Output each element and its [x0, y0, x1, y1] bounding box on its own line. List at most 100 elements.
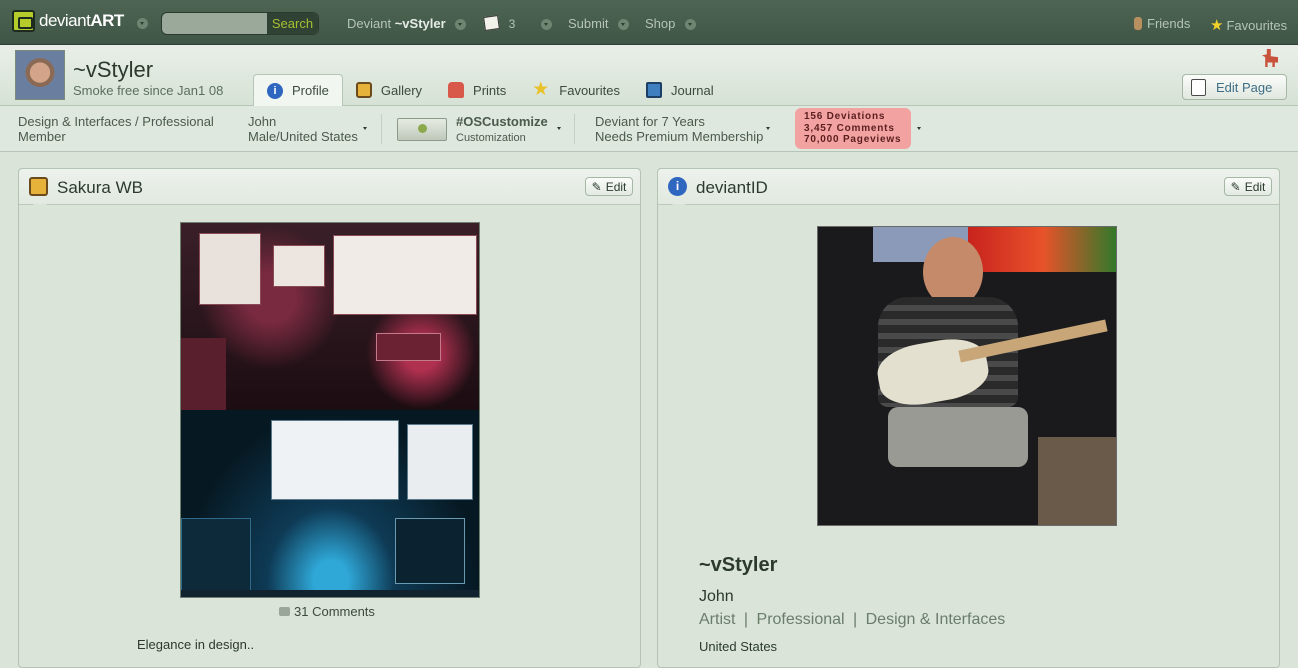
category-line: Member — [18, 129, 66, 144]
pencil-icon: ✎ — [591, 179, 602, 194]
start-menu-mock — [181, 518, 251, 592]
role-artist: Artist — [699, 611, 736, 628]
role-design-interfaces: Design & Interfaces — [865, 611, 1006, 628]
deviantid-real-name: John — [699, 588, 734, 605]
logo-text-bold: ART — [90, 11, 124, 30]
person-shorts-shape — [888, 407, 1028, 467]
messages-menu[interactable]: 3 — [483, 15, 552, 31]
pageviews-count: 70,000 Pageviews — [804, 134, 902, 145]
role-separator: | — [853, 611, 858, 628]
chevron-down-icon — [455, 19, 467, 31]
panel-header: i deviantID ✎ Edit — [658, 169, 1279, 205]
chair-shape — [1038, 437, 1116, 525]
logo-text: deviant — [39, 11, 91, 30]
group-logo-icon[interactable] — [397, 118, 447, 141]
member-category: Design & Interfaces / Professional Membe… — [18, 114, 214, 144]
chevron-down-icon[interactable] — [360, 123, 371, 134]
deviantid-country: United States — [699, 639, 778, 654]
group-info[interactable]: #OSCustomize Customization — [456, 114, 548, 146]
panel-notch — [672, 204, 686, 212]
group-subtitle: Customization — [456, 132, 526, 144]
role-separator: | — [743, 611, 749, 628]
membership-status: Needs Premium Membership — [595, 129, 764, 144]
window-mock — [273, 245, 325, 287]
profile-header: ~vStyler Smoke free since Jan1 08 i Prof… — [0, 45, 1298, 106]
tab-label: Gallery — [380, 82, 423, 98]
panel-title: deviantID — [696, 178, 768, 197]
window-mock — [407, 424, 473, 500]
logo-menu-dropdown-icon[interactable] — [137, 18, 148, 29]
start-menu-mock — [181, 338, 226, 410]
submit-label: Submit — [568, 16, 609, 31]
messages-count: 3 — [508, 17, 516, 31]
deviation-thumbnail[interactable] — [180, 222, 480, 598]
tab-prints[interactable]: Prints — [435, 74, 519, 106]
llama-badge-icon[interactable] — [1262, 49, 1278, 67]
top-navigation-bar: deviant ART Search Deviant ~vStyler 3 Sub… — [0, 0, 1298, 45]
divider — [381, 114, 382, 144]
window-mock — [199, 233, 261, 305]
chevron-down-icon[interactable] — [914, 123, 925, 134]
comment-bubble-icon — [279, 607, 290, 616]
favourites-label: Favourites — [1226, 18, 1288, 33]
deviant-menu[interactable]: Deviant ~vStyler — [347, 16, 467, 31]
sakura-screenshot-top — [181, 223, 479, 410]
tab-profile[interactable]: i Profile — [253, 74, 343, 106]
deviantid-photo[interactable] — [817, 226, 1117, 526]
window-mock — [395, 518, 465, 584]
deviations-count: 156 Deviations — [804, 111, 886, 122]
chevron-down-icon[interactable] — [554, 123, 565, 134]
submit-menu[interactable]: Submit — [568, 16, 630, 31]
info-icon: i — [267, 82, 283, 99]
journal-icon — [645, 82, 662, 98]
edit-button[interactable]: ✎ Edit — [585, 177, 633, 196]
messages-icon — [483, 15, 500, 31]
edit-label: Edit — [605, 179, 627, 194]
favourites-link[interactable]: ★ Favourites — [1210, 16, 1287, 34]
deviantart-logo[interactable]: deviant ART — [12, 10, 124, 32]
stats-badge[interactable]: 156 Deviations 3,457 Comments 70,000 Pag… — [795, 108, 911, 149]
profile-tagline: Smoke free since Jan1 08 — [73, 83, 224, 98]
chevron-down-icon — [618, 19, 630, 31]
category-line: Design & Interfaces / Professional — [18, 114, 214, 129]
deviant-label: Deviant — [347, 16, 392, 31]
deviantid-roles: Artist | Professional | Design & Interfa… — [699, 611, 1005, 629]
tab-favourites[interactable]: ★ Favourites — [519, 74, 633, 106]
page-icon — [1191, 78, 1206, 96]
deviantid-username: ~vStyler — [699, 554, 778, 576]
search-input[interactable] — [162, 13, 269, 34]
search-button[interactable]: Search — [267, 13, 318, 34]
star-icon: ★ — [1210, 17, 1224, 34]
role-professional: Professional — [756, 611, 845, 628]
profile-username[interactable]: ~vStyler — [73, 57, 153, 83]
friends-link[interactable]: Friends — [1134, 16, 1190, 31]
membership-info[interactable]: Deviant for 7 Years Needs Premium Member… — [595, 114, 763, 144]
edit-page-label: Edit Page — [1216, 79, 1273, 95]
deviantart-logo-icon — [12, 10, 35, 32]
panel-header: Sakura WB ✎ Edit — [19, 169, 640, 205]
tab-journal[interactable]: Journal — [633, 74, 727, 106]
shop-menu[interactable]: Shop — [645, 16, 696, 31]
friends-icon — [1134, 17, 1142, 30]
window-mock — [271, 420, 399, 500]
window-mock — [333, 235, 477, 315]
search-box: Search — [161, 12, 319, 35]
tab-gallery[interactable]: Gallery — [343, 74, 435, 106]
info-icon: i — [668, 177, 687, 196]
deviant-username: ~vStyler — [394, 16, 446, 31]
profile-tabs: i Profile Gallery Prints ★ Favourites Jo… — [253, 74, 727, 106]
gallery-icon — [29, 177, 48, 196]
real-name: John — [248, 114, 277, 129]
pencil-icon: ✎ — [1230, 179, 1241, 194]
gender-location: Male/United States — [248, 129, 358, 144]
comments-link[interactable]: 31 Comments — [279, 604, 375, 619]
user-identity[interactable]: John Male/United States — [248, 114, 358, 144]
tab-label: Favourites — [559, 82, 620, 98]
edit-page-button[interactable]: Edit Page — [1182, 74, 1287, 100]
panel-notch — [33, 204, 47, 212]
star-icon: ★ — [532, 79, 550, 100]
chevron-down-icon[interactable] — [763, 123, 774, 134]
edit-button[interactable]: ✎ Edit — [1224, 177, 1272, 196]
profile-info-bar: Design & Interfaces / Professional Membe… — [0, 106, 1298, 152]
avatar[interactable] — [15, 50, 65, 100]
